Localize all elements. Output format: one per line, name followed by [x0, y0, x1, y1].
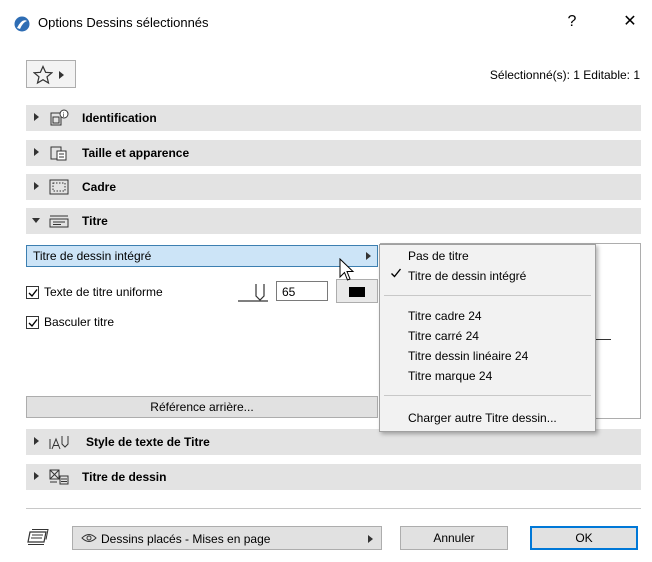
- menu-item-frame-title[interactable]: Titre cadre 24: [408, 309, 482, 323]
- back-reference-button[interactable]: Référence arrière...: [26, 396, 378, 418]
- footer-divider: [26, 508, 641, 509]
- color-swatch: [349, 287, 365, 297]
- checkmark-icon: [28, 319, 38, 328]
- archicad-logo-icon: [14, 16, 30, 32]
- star-icon: [33, 65, 53, 85]
- checkmark-icon: [390, 267, 402, 282]
- flip-title-checkbox[interactable]: [26, 316, 39, 329]
- mouse-cursor-icon: [339, 258, 355, 281]
- panel-label: Titre: [82, 214, 108, 228]
- expand-arrow-icon: [34, 113, 39, 121]
- collapse-arrow-icon: [32, 218, 40, 223]
- pen-icon: [238, 284, 268, 302]
- text-style-icon: [49, 436, 69, 450]
- title-icon: [49, 215, 69, 228]
- panel-label: Taille et apparence: [82, 146, 190, 160]
- menu-item-linear-title[interactable]: Titre dessin linéaire 24: [408, 349, 528, 363]
- menu-separator: [384, 395, 591, 396]
- menu-item-load-other[interactable]: Charger autre Titre dessin...: [408, 411, 557, 425]
- flip-title-label: Basculer titre: [44, 315, 115, 329]
- panel-size-appearance[interactable]: Taille et apparence: [26, 140, 641, 166]
- panel-label: Style de texte de Titre: [86, 435, 210, 449]
- expand-arrow-icon: [34, 472, 39, 480]
- pen-color-button[interactable]: [336, 279, 378, 303]
- expand-arrow-icon: [34, 437, 39, 445]
- panel-identification[interactable]: i Identification: [26, 105, 641, 131]
- favorites-button[interactable]: [26, 60, 76, 88]
- panel-drawing-title[interactable]: Titre de dessin: [26, 464, 641, 490]
- panel-label: Identification: [82, 111, 157, 125]
- menu-item-square-title[interactable]: Titre carré 24: [408, 329, 479, 343]
- drawing-title-icon: [49, 469, 69, 485]
- panel-label: Titre de dessin: [82, 470, 167, 484]
- pen-number-input[interactable]: 65: [276, 281, 328, 301]
- size-appearance-icon: [50, 146, 67, 161]
- expand-arrow-icon: [34, 148, 39, 156]
- panel-frame[interactable]: Cadre: [26, 174, 641, 200]
- chevron-right-icon: [59, 71, 64, 79]
- menu-item-no-title[interactable]: Pas de titre: [408, 249, 469, 263]
- cancel-button[interactable]: Annuler: [400, 526, 508, 550]
- expand-arrow-icon: [34, 182, 39, 190]
- panel-label: Cadre: [82, 180, 117, 194]
- checkmark-icon: [28, 289, 38, 298]
- frame-icon: [49, 179, 69, 195]
- uniform-text-checkbox[interactable]: [26, 286, 39, 299]
- view-placed-label: Dessins placés - Mises en page: [101, 532, 271, 546]
- view-placed-dropdown[interactable]: Dessins placés - Mises en page: [72, 526, 382, 550]
- title-type-dropdown[interactable]: Titre de dessin intégré: [26, 245, 378, 267]
- menu-separator: [384, 295, 591, 296]
- title-type-menu: Pas de titre Titre de dessin intégré Tit…: [379, 244, 596, 432]
- window-title: Options Dessins sélectionnés: [38, 15, 209, 30]
- menu-item-integrated-title[interactable]: Titre de dessin intégré: [408, 269, 526, 283]
- title-type-value: Titre de dessin intégré: [33, 249, 152, 263]
- eye-icon: [81, 534, 97, 542]
- panel-title[interactable]: Titre: [26, 208, 641, 234]
- close-button[interactable]: ✕: [616, 10, 644, 34]
- menu-item-marker-title[interactable]: Titre marque 24: [408, 369, 492, 383]
- identification-icon: i: [50, 109, 69, 126]
- panel-title-text-style[interactable]: Style de texte de Titre: [26, 429, 641, 455]
- uniform-text-label: Texte de titre uniforme: [44, 285, 163, 299]
- chevron-right-icon: [366, 252, 371, 260]
- help-button[interactable]: ?: [558, 10, 586, 34]
- chevron-right-icon: [368, 535, 373, 543]
- ok-button[interactable]: OK: [530, 526, 638, 550]
- layout-stack-icon: [27, 529, 49, 545]
- selection-info: Sélectionné(s): 1 Editable: 1: [489, 68, 640, 82]
